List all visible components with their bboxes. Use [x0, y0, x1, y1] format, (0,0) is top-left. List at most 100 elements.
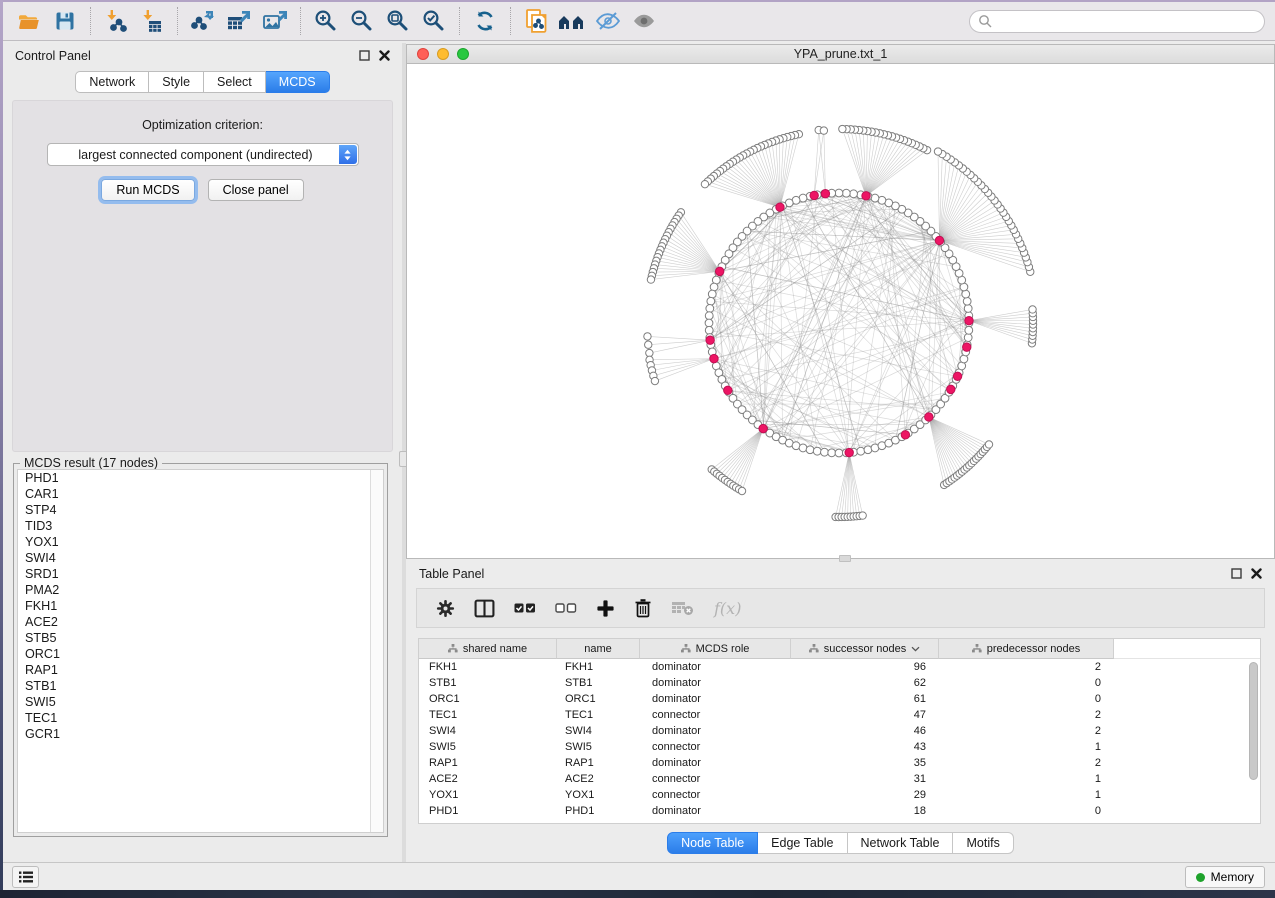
run-mcds-button[interactable]: Run MCDS — [101, 179, 194, 201]
mcds-node[interactable] — [724, 386, 732, 394]
column-header-name[interactable]: name — [557, 639, 640, 659]
mcds-result-item[interactable]: FKH1 — [18, 598, 383, 614]
tab-style[interactable]: Style — [149, 71, 204, 93]
mcds-result-item[interactable]: SRD1 — [18, 566, 383, 582]
mcds-node[interactable] — [710, 354, 718, 362]
tab-motifs[interactable]: Motifs — [953, 832, 1013, 854]
mcds-node[interactable] — [947, 385, 955, 393]
leaf-node[interactable] — [647, 276, 654, 283]
tab-select[interactable]: Select — [204, 71, 266, 93]
zoom-in-button[interactable] — [308, 6, 344, 36]
close-panel-button[interactable]: Close panel — [208, 179, 304, 201]
leaf-node[interactable] — [839, 125, 846, 132]
network-node[interactable] — [706, 305, 714, 313]
network-node[interactable] — [864, 446, 872, 454]
leaf-node[interactable] — [645, 341, 652, 348]
network-node[interactable] — [705, 319, 713, 327]
network-node[interactable] — [710, 283, 718, 291]
column-header-mcds-role[interactable]: MCDS role — [640, 639, 791, 659]
network-frame-titlebar[interactable]: YPA_prune.txt_1 — [407, 45, 1274, 64]
mcds-result-item[interactable]: PMA2 — [18, 582, 383, 598]
mcds-node[interactable] — [901, 431, 909, 439]
mcds-result-item[interactable]: PHD1 — [18, 470, 383, 486]
leaf-node[interactable] — [644, 333, 651, 340]
close-panel-icon[interactable] — [1251, 568, 1262, 579]
leaf-node[interactable] — [651, 377, 658, 384]
network-node[interactable] — [828, 449, 836, 457]
network-node[interactable] — [871, 194, 879, 202]
mcds-result-list[interactable]: PHD1CAR1STP4TID3YOX1SWI4SRD1PMA2FKH1ACE2… — [17, 469, 384, 833]
mcds-result-item[interactable]: TID3 — [18, 518, 383, 534]
leaf-node[interactable] — [701, 180, 708, 187]
panel-menu-button[interactable] — [12, 866, 39, 888]
mcds-node[interactable] — [810, 191, 818, 199]
column-header-predecessor-nodes[interactable]: predecessor nodes — [939, 639, 1114, 659]
delete-row-button[interactable] — [634, 598, 652, 618]
column-header-shared-name[interactable]: shared name — [419, 639, 557, 659]
table-row[interactable]: STB1STB1dominator620 — [419, 675, 1260, 691]
tab-node-table[interactable]: Node Table — [667, 832, 758, 854]
tab-edge-table[interactable]: Edge Table — [758, 832, 847, 854]
mcds-result-item[interactable]: ACE2 — [18, 614, 383, 630]
network-node[interactable] — [813, 447, 821, 455]
delete-table-button[interactable] — [671, 600, 695, 616]
network-node[interactable] — [799, 444, 807, 452]
network-node[interactable] — [857, 447, 865, 455]
settings-button[interactable] — [436, 599, 455, 618]
leaf-node[interactable] — [934, 148, 941, 155]
table-row[interactable]: YOX1YOX1connector291 — [419, 787, 1260, 803]
tab-mcds[interactable]: MCDS — [266, 71, 330, 93]
mcds-node[interactable] — [821, 190, 829, 198]
open-file-button[interactable] — [11, 6, 47, 36]
mcds-result-item[interactable]: SWI4 — [18, 550, 383, 566]
network-node[interactable] — [964, 305, 972, 313]
table-row[interactable]: SWI5SWI5connector431 — [419, 739, 1260, 755]
network-canvas[interactable] — [407, 64, 1275, 559]
leaf-node[interactable] — [1029, 306, 1036, 313]
zoom-out-button[interactable] — [344, 6, 380, 36]
hide-selected-button[interactable] — [590, 6, 626, 36]
copy-network-button[interactable] — [518, 6, 554, 36]
mcds-result-item[interactable]: GCR1 — [18, 726, 383, 742]
table-row[interactable]: FKH1FKH1dominator962 — [419, 659, 1260, 675]
table-row[interactable]: ACE2ACE2connector311 — [419, 771, 1260, 787]
show-all-button[interactable] — [626, 6, 662, 36]
mcds-result-item[interactable]: ORC1 — [18, 646, 383, 662]
mcds-node[interactable] — [965, 317, 973, 325]
mcds-result-item[interactable]: YOX1 — [18, 534, 383, 550]
leaf-node[interactable] — [738, 487, 745, 494]
select-all-button[interactable] — [514, 601, 536, 615]
import-table-button[interactable] — [134, 6, 170, 36]
network-node[interactable] — [835, 189, 843, 197]
table-row[interactable]: SWI4SWI4dominator462 — [419, 723, 1260, 739]
tab-network-table[interactable]: Network Table — [848, 832, 954, 854]
leaf-node[interactable] — [646, 349, 653, 356]
network-node[interactable] — [821, 448, 829, 456]
mcds-node[interactable] — [776, 203, 784, 211]
deselect-all-button[interactable] — [555, 601, 577, 615]
horizontal-splitter[interactable] — [839, 555, 851, 562]
function-builder-button[interactable]: f(x) — [714, 599, 741, 618]
tab-network[interactable]: Network — [75, 71, 149, 93]
leaf-node[interactable] — [820, 127, 827, 134]
import-network-button[interactable] — [98, 6, 134, 36]
mcds-node[interactable] — [935, 236, 943, 244]
network-node[interactable] — [962, 290, 970, 298]
mcds-result-item[interactable]: TEC1 — [18, 710, 383, 726]
network-node[interactable] — [960, 355, 968, 363]
mcds-result-item[interactable]: RAP1 — [18, 662, 383, 678]
memory-button[interactable]: Memory — [1185, 866, 1265, 888]
first-neighbors-button[interactable] — [554, 6, 590, 36]
network-node[interactable] — [964, 334, 972, 342]
network-node[interactable] — [707, 297, 715, 305]
network-node[interactable] — [806, 446, 814, 454]
zoom-selected-button[interactable] — [416, 6, 452, 36]
table-row[interactable]: PHD1PHD1dominator180 — [419, 803, 1260, 819]
criterion-select[interactable]: largest connected component (undirected) — [47, 143, 359, 166]
refresh-button[interactable] — [467, 6, 503, 36]
mcds-node[interactable] — [862, 192, 870, 200]
search-input[interactable] — [997, 14, 1256, 28]
close-panel-icon[interactable] — [379, 50, 390, 61]
mcds-node[interactable] — [953, 372, 961, 380]
toggle-columns-button[interactable] — [474, 599, 495, 618]
